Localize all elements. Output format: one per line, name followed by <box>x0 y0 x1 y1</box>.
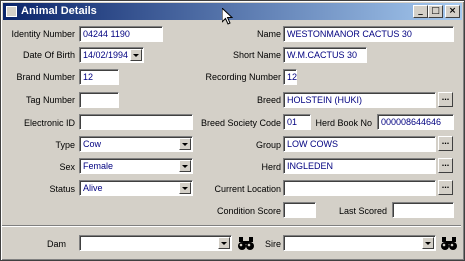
recording-number-field[interactable]: 12 <box>283 69 297 85</box>
binoculars-icon[interactable] <box>440 235 458 251</box>
brand-number-field[interactable]: 12 <box>79 69 119 85</box>
identity-number-field[interactable]: 04244 1190 <box>79 26 163 42</box>
sex-select[interactable]: Female <box>79 158 193 174</box>
breed-society-code-label: Breed Society Code <box>200 118 281 128</box>
status-select[interactable]: Alive <box>79 180 193 196</box>
window-title: Animal Details <box>21 5 97 17</box>
tag-number-field[interactable] <box>79 92 119 108</box>
breed-lookup-button[interactable]: ... <box>438 92 453 107</box>
breed-society-code-field[interactable]: 01 <box>283 114 311 130</box>
short-name-label: Short Name <box>232 50 281 60</box>
electronic-id-field[interactable] <box>79 114 193 130</box>
current-location-label: Current Location <box>214 184 281 194</box>
close-button[interactable]: × <box>445 5 460 18</box>
last-scored-field[interactable] <box>392 202 454 218</box>
name-field[interactable]: WESTONMANOR CACTUS 30 <box>283 26 454 42</box>
brand-number-label: Brand Number <box>16 72 75 82</box>
dam-label: Dam <box>46 239 66 249</box>
chevron-down-icon[interactable] <box>218 237 230 249</box>
herd-label: Herd <box>261 162 281 172</box>
chevron-down-icon[interactable] <box>179 182 191 194</box>
group-label: Group <box>255 140 281 150</box>
mouse-cursor-icon <box>222 8 233 25</box>
breed-label: Breed <box>256 95 281 105</box>
type-label: Type <box>55 140 75 150</box>
sex-label: Sex <box>59 162 75 172</box>
tag-number-label: Tag Number <box>25 95 75 105</box>
group-lookup-button[interactable]: ... <box>438 136 453 151</box>
name-label: Name <box>256 29 281 39</box>
date-dropdown-icon[interactable] <box>130 49 142 61</box>
current-location-lookup-button[interactable]: ... <box>438 180 453 195</box>
short-name-field[interactable]: W.M.CACTUS 30 <box>283 47 367 63</box>
date-of-birth-label: Date Of Birth <box>22 50 75 60</box>
minimize-button[interactable]: _ <box>413 5 428 18</box>
chevron-down-icon[interactable] <box>179 138 191 150</box>
status-label: Status <box>49 184 75 194</box>
chevron-down-icon[interactable] <box>422 237 434 249</box>
sire-select[interactable] <box>283 235 436 251</box>
recording-number-label: Recording Number <box>205 72 281 82</box>
identity-number-label: Identity Number <box>11 29 75 39</box>
sire-label: Sire <box>264 239 281 249</box>
current-location-field[interactable] <box>283 180 436 196</box>
herd-field[interactable]: INGLEDEN <box>283 158 436 174</box>
divider <box>2 225 461 227</box>
herd-book-no-label: Herd Book No <box>315 118 372 128</box>
binoculars-icon[interactable] <box>237 235 255 251</box>
herd-book-no-field[interactable]: 000008644646 <box>377 114 454 130</box>
breed-field[interactable]: HOLSTEIN (HUKI) <box>283 92 436 108</box>
type-select[interactable]: Cow <box>79 136 193 152</box>
group-field[interactable]: LOW COWS <box>283 136 436 152</box>
condition-score-field[interactable] <box>283 202 316 218</box>
last-scored-label: Last Scored <box>338 206 387 216</box>
electronic-id-label: Electronic ID <box>23 118 75 128</box>
chevron-down-icon[interactable] <box>179 160 191 172</box>
herd-lookup-button[interactable]: ... <box>438 158 453 173</box>
date-of-birth-picker[interactable]: 14/02/1994 <box>79 47 144 63</box>
app-icon <box>6 6 17 17</box>
dam-select[interactable] <box>79 235 232 251</box>
maximize-button[interactable]: □ <box>428 5 443 18</box>
condition-score-label: Condition Score <box>216 206 281 216</box>
